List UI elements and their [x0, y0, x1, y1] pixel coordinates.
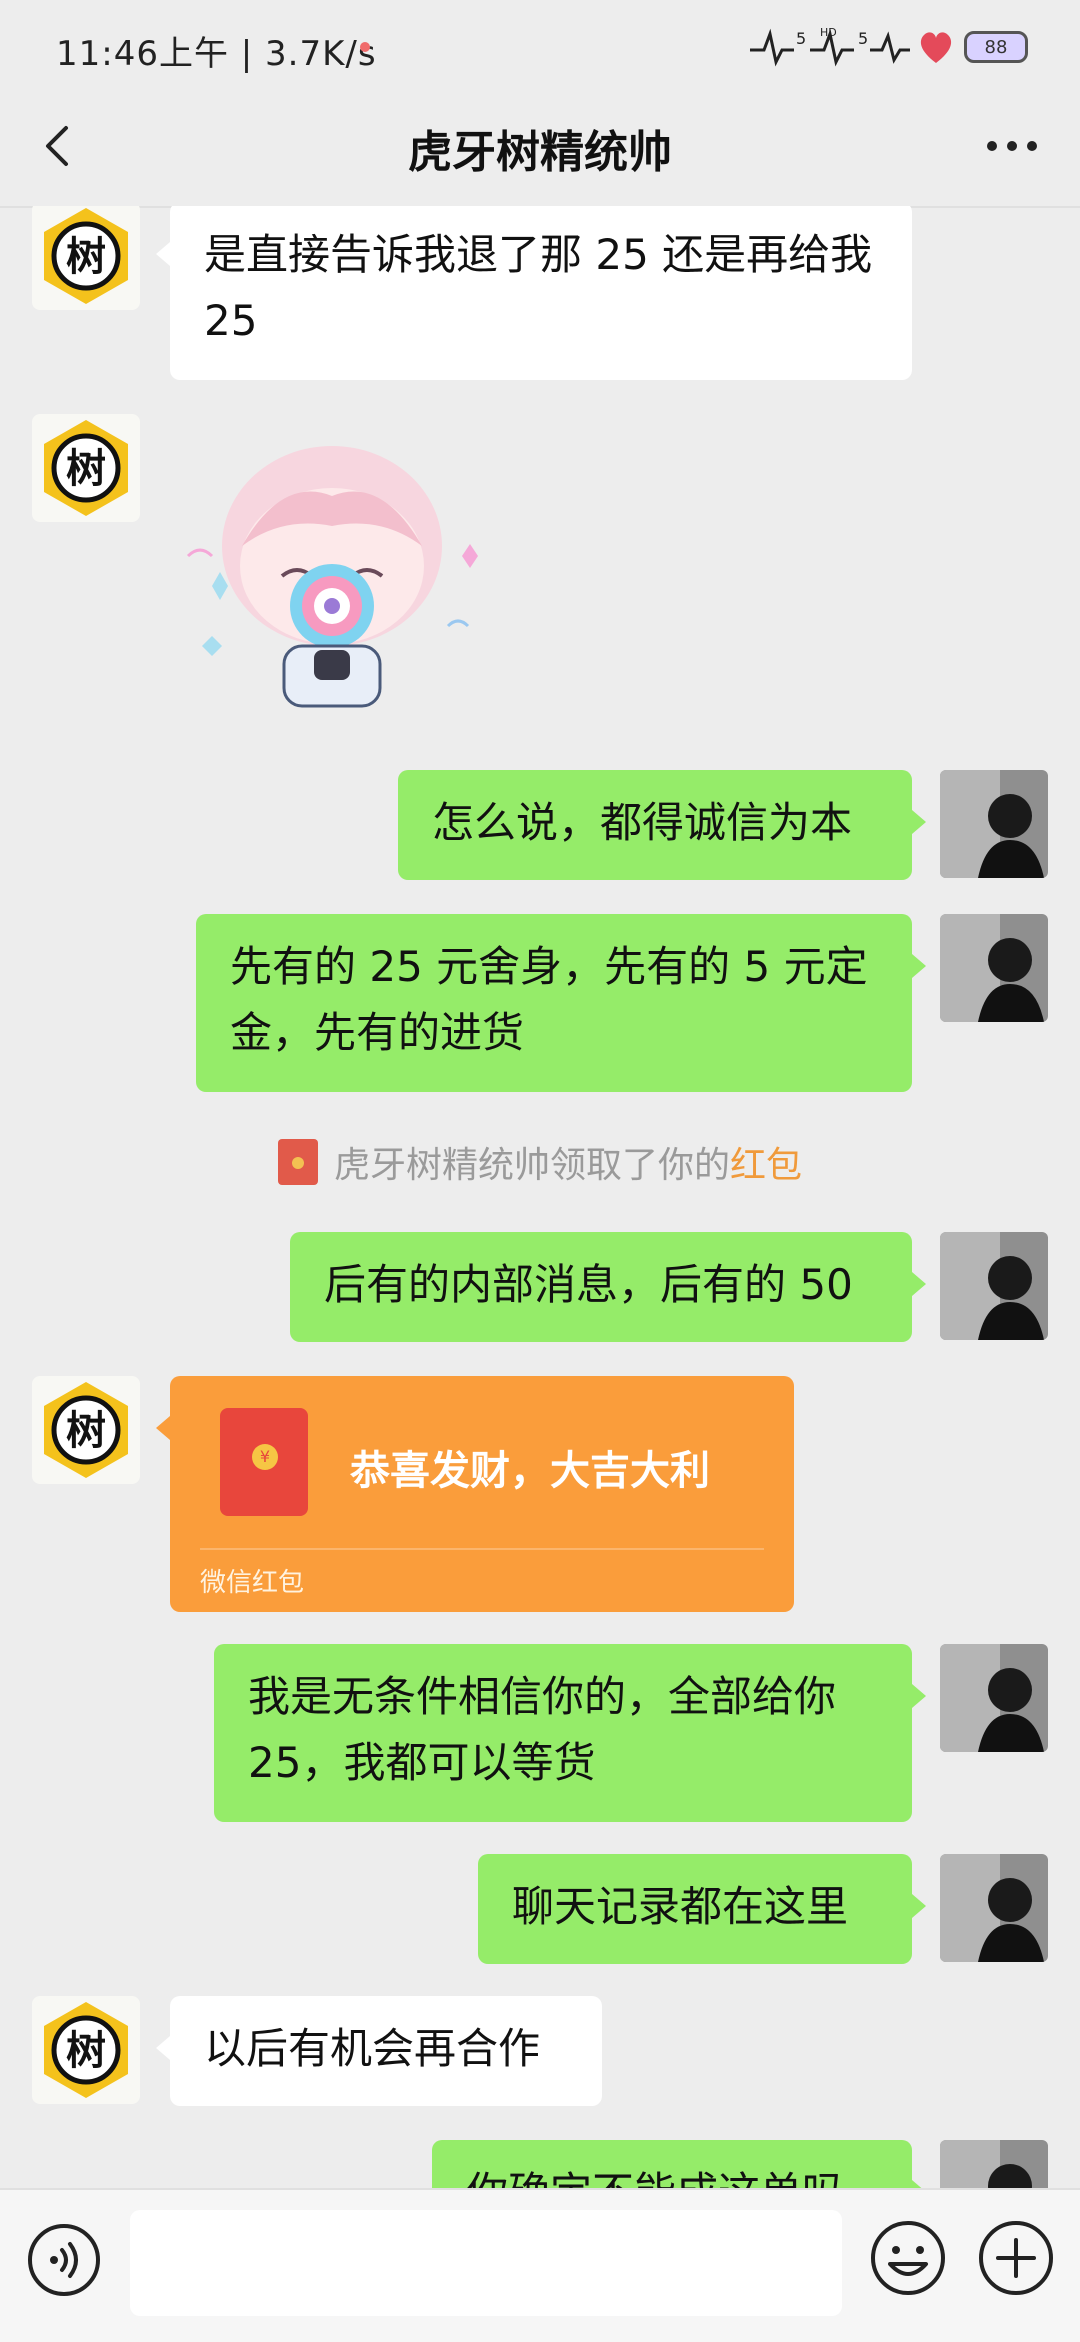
svg-text:树: 树 [66, 1408, 106, 1454]
message-text: 你确定不能成这单吗 [466, 2168, 844, 2188]
system-notice-text: 虎牙树精统帅领取了你的 [333, 1145, 730, 1186]
contact-avatar[interactable]: 树 [32, 414, 140, 522]
message-bubble-outgoing[interactable]: 怎么说，都得诚信为本 [398, 770, 926, 880]
message-bubble-outgoing[interactable]: 你确定不能成这单吗 [432, 2140, 926, 2188]
user-photo-icon [940, 1232, 1048, 1340]
message-bubble-outgoing[interactable]: 后有的内部消息，后有的 50 [290, 1232, 926, 1342]
message-bubble-outgoing[interactable]: 先有的 25 元舍身，先有的 5 元定金，先有的进货 [196, 914, 926, 1092]
coin-icon: ¥ [252, 1444, 278, 1470]
status-indicators: 5 HD 5 88 [750, 22, 1028, 72]
message-text: 我是无条件相信你的，全部给你 25，我都可以等货 [248, 1672, 837, 1787]
message-input[interactable] [130, 2210, 842, 2316]
contact-avatar[interactable]: 树 [32, 1376, 140, 1484]
message-text: 聊天记录都在这里 [512, 1882, 849, 1931]
anime-girl-lollipop-sticker[interactable] [172, 436, 502, 736]
message-text: 后有的内部消息，后有的 50 [324, 1260, 853, 1309]
message-text: 怎么说，都得诚信为本 [432, 798, 853, 847]
chat-message-list[interactable]: 树 是直接告诉我退了那 25 还是再给我 25 树 怎么说，都得诚信为本 先有的… [0, 206, 1080, 2188]
my-avatar[interactable] [940, 2140, 1048, 2188]
user-photo-icon [940, 770, 1048, 878]
red-packet-message[interactable]: ¥ 恭喜发财，大吉大利 微信红包 [156, 1376, 794, 1612]
message-bubble-incoming[interactable]: 是直接告诉我退了那 25 还是再给我 25 [156, 206, 912, 380]
message-bubble-outgoing[interactable]: 我是无条件相信你的，全部给你 25，我都可以等货 [214, 1644, 926, 1822]
user-photo-icon [940, 914, 1048, 1022]
red-packet-label: 微信红包 [200, 1568, 305, 1598]
my-avatar[interactable] [940, 1232, 1048, 1340]
voice-icon[interactable] [26, 2222, 102, 2298]
chat-header: 虎牙树精统帅 [0, 96, 1080, 208]
battery-indicator: 88 [964, 31, 1028, 63]
status-time: 11:46上午 | 3.7K/s [56, 34, 377, 74]
my-avatar[interactable] [940, 1644, 1048, 1752]
red-packet-greeting: 恭喜发财，大吉大利 [350, 1448, 710, 1494]
message-text: 先有的 25 元舍身，先有的 5 元定金，先有的进货 [230, 942, 868, 1057]
my-avatar[interactable] [940, 1854, 1048, 1962]
red-packet-icon: ¥ [220, 1408, 308, 1516]
message-bubble-outgoing[interactable]: 聊天记录都在这里 [478, 1854, 926, 1964]
plus-icon[interactable] [976, 2218, 1056, 2298]
message-text: 以后有机会再合作 [204, 2024, 541, 2073]
message-text: 是直接告诉我退了那 25 还是再给我 25 [204, 230, 873, 345]
red-packet-divider [200, 1548, 764, 1550]
signal-label-2: 5 [858, 29, 868, 48]
heart-icon [920, 32, 952, 63]
my-avatar[interactable] [940, 770, 1048, 878]
user-photo-icon [940, 1854, 1048, 1962]
emoji-icon[interactable] [868, 2218, 948, 2298]
notification-dot-icon [360, 42, 370, 52]
chat-input-bar [0, 2188, 1080, 2342]
my-avatar[interactable] [940, 914, 1048, 1022]
svg-text:树: 树 [66, 234, 106, 280]
user-photo-icon [940, 2140, 1048, 2188]
svg-text:树: 树 [66, 2028, 106, 2074]
tree-avatar-icon: 树 [44, 208, 128, 304]
message-bubble-incoming[interactable]: 以后有机会再合作 [156, 1996, 602, 2106]
more-dots-icon[interactable] [984, 134, 1040, 158]
chat-title: 虎牙树精统帅 [408, 127, 672, 178]
contact-avatar[interactable]: 树 [32, 206, 140, 310]
tree-avatar-icon: 树 [44, 1382, 128, 1478]
tree-avatar-icon: 树 [44, 2002, 128, 2098]
tree-avatar-icon: 树 [44, 420, 128, 516]
contact-avatar[interactable]: 树 [32, 1996, 140, 2104]
red-packet-link[interactable]: 红包 [730, 1145, 802, 1186]
svg-text:树: 树 [66, 446, 106, 492]
system-notice: 虎牙树精统帅领取了你的红包 [0, 1136, 1080, 1188]
signal-icon: 5 HD 5 [750, 26, 910, 67]
status-bar: 11:46上午 | 3.7K/s 5 HD 5 88 [0, 0, 1080, 96]
signal-label-1: 5 [796, 29, 806, 48]
red-packet-mini-icon [277, 1139, 318, 1185]
user-photo-icon [940, 1644, 1048, 1752]
